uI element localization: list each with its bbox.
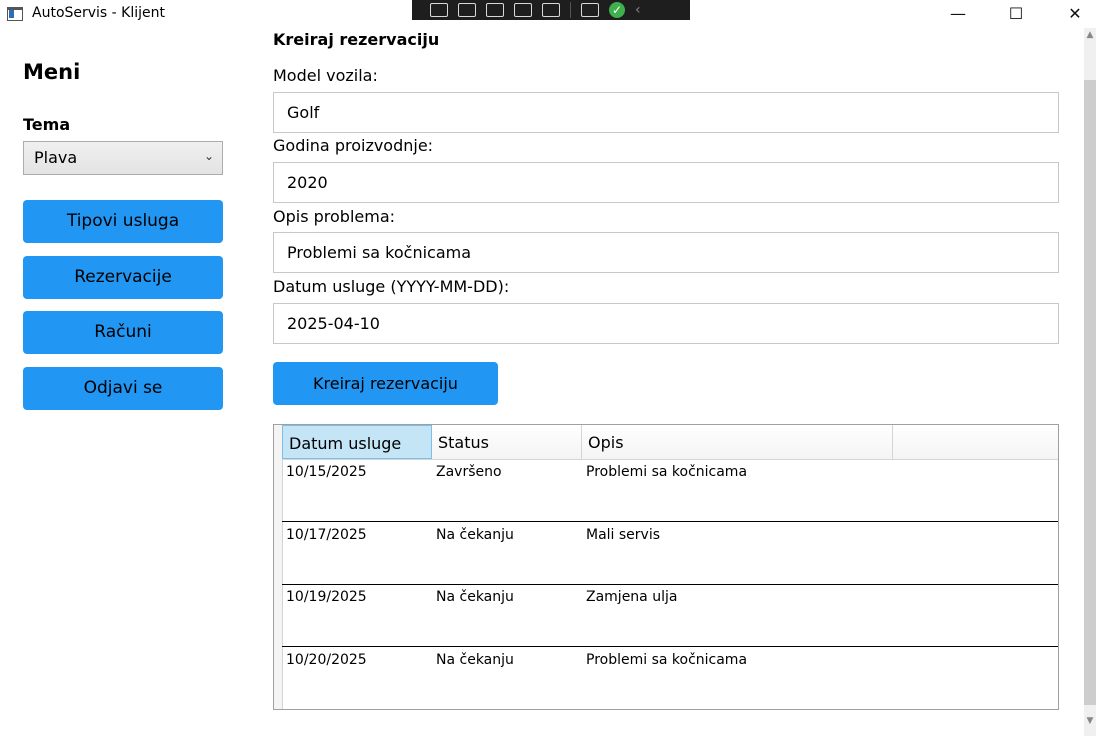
reservations-grid: Datum usluge Status Opis 10/15/2025 Zavr… <box>273 424 1059 710</box>
theme-label: Tema <box>23 115 71 134</box>
collapse-arrow-icon[interactable]: ‹ <box>635 3 653 17</box>
cell-status: Na čekanju <box>436 589 514 605</box>
reservations-button[interactable]: Rezervacije <box>23 256 223 299</box>
layout-adorner-icon[interactable] <box>514 3 532 17</box>
column-header-status[interactable]: Status <box>432 425 582 459</box>
cell-description: Problemi sa kočnicama <box>586 464 748 480</box>
service-types-button[interactable]: Tipovi usluga <box>23 200 223 243</box>
video-icon[interactable] <box>458 3 476 17</box>
track-focus-icon[interactable] <box>542 3 560 17</box>
scroll-down-icon[interactable]: ▼ <box>1084 716 1096 732</box>
problem-label: Opis problema: <box>273 207 396 226</box>
debug-toolbar: ✓ ‹ <box>412 0 690 20</box>
theme-select[interactable]: Plava ⌄ <box>23 141 223 175</box>
table-row[interactable]: 10/19/2025 Na čekanju Zamjena ulja <box>282 584 1058 647</box>
theme-select-value: Plava <box>34 148 78 167</box>
column-header-date[interactable]: Datum usluge <box>282 425 432 459</box>
cell-description: Mali servis <box>586 527 661 543</box>
date-input[interactable]: 2025-04-10 <box>273 303 1059 344</box>
select-element-icon[interactable] <box>430 3 448 17</box>
menu-title: Meni <box>23 60 81 84</box>
table-row[interactable]: 10/15/2025 Završeno Problemi sa kočnicam… <box>282 459 1058 522</box>
maximize-button[interactable]: ☐ <box>993 0 1039 28</box>
check-icon[interactable]: ✓ <box>609 2 625 18</box>
scrollbar-thumb[interactable] <box>1084 80 1096 705</box>
problem-input[interactable]: Problemi sa kočnicama <box>273 232 1059 273</box>
window-title: AutoServis - Klijent <box>32 5 166 21</box>
grid-header: Datum usluge Status Opis <box>282 425 1058 460</box>
year-input[interactable]: 2020 <box>273 162 1059 203</box>
column-header-description[interactable]: Opis <box>582 425 893 459</box>
create-reservation-button[interactable]: Kreiraj rezervaciju <box>273 362 498 405</box>
date-label: Datum usluge (YYYY-MM-DD): <box>273 277 510 296</box>
cell-status: Na čekanju <box>436 527 514 543</box>
cell-status: Završeno <box>436 464 502 480</box>
form-heading: Kreiraj rezervaciju <box>273 30 440 49</box>
cell-description: Problemi sa kočnicama <box>586 652 748 668</box>
close-button[interactable]: ✕ <box>1052 0 1096 28</box>
cell-date: 10/19/2025 <box>286 589 367 605</box>
model-input[interactable]: Golf <box>273 92 1059 133</box>
invoices-button[interactable]: Računi <box>23 311 223 354</box>
logout-button[interactable]: Odjavi se <box>23 367 223 410</box>
minimize-button[interactable]: — <box>935 0 981 28</box>
chevron-down-icon: ⌄ <box>203 149 214 163</box>
cell-date: 10/20/2025 <box>286 652 367 668</box>
cell-date: 10/15/2025 <box>286 464 367 480</box>
cell-description: Zamjena ulja <box>586 589 678 605</box>
year-label: Godina proizvodnje: <box>273 136 434 155</box>
model-label: Model vozila: <box>273 66 378 85</box>
app-icon <box>7 7 23 21</box>
pointer-icon[interactable] <box>486 3 504 17</box>
table-row[interactable]: 10/20/2025 Na čekanju Problemi sa kočnic… <box>282 647 1058 709</box>
scroll-up-icon[interactable]: ▲ <box>1084 30 1096 46</box>
cell-date: 10/17/2025 <box>286 527 367 543</box>
toolbar-separator <box>570 2 571 18</box>
table-row[interactable]: 10/17/2025 Na čekanju Mali servis <box>282 522 1058 585</box>
binding-icon[interactable] <box>581 3 599 17</box>
cell-status: Na čekanju <box>436 652 514 668</box>
